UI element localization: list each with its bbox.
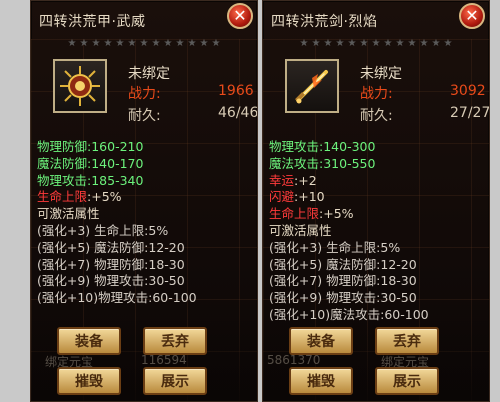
power-label: 战力: <box>360 86 393 102</box>
enhance-line: (强化+7) 物理防御:18-30 <box>269 273 417 289</box>
enhance-line: (强化+9) 物理攻击:30-50 <box>37 273 185 289</box>
power-value: 1966 <box>218 83 254 99</box>
enhance-line: (强化+3) 生命上限:5% <box>37 222 169 238</box>
star-icon: ★ <box>79 38 89 49</box>
stat-line: 魔法防御:140-170 <box>37 155 144 171</box>
power-row: 战力: 1966 <box>128 83 254 103</box>
item-title: 四转洪荒甲·武威 <box>39 14 146 30</box>
star-icon: ★ <box>139 38 149 49</box>
equip-button[interactable]: 装备 <box>57 327 121 355</box>
star-icon: ★ <box>151 38 161 49</box>
hp-label: 生命上限 <box>269 206 320 222</box>
enhance-line: (强化+5) 魔法防御:12-20 <box>37 239 185 255</box>
luck-value: :+2 <box>294 172 317 188</box>
stat-line: 物理防御:160-210 <box>37 139 144 154</box>
background-text: 5861370 <box>267 353 321 367</box>
hp-label: 生命上限 <box>37 189 88 205</box>
hp-value: :+5% <box>319 206 354 222</box>
durability-value: 27/27 <box>450 105 490 121</box>
star-icon: ★ <box>335 38 345 49</box>
star-icon: ★ <box>163 38 173 49</box>
stats-list: 物理防御:160-210 魔法防御:140-170 物理攻击:185-340 生… <box>37 139 251 307</box>
close-button[interactable]: ✕ <box>459 3 485 29</box>
dodge-value: :+10 <box>294 189 325 205</box>
durability-label: 耐久: <box>360 108 393 124</box>
power-value: 3092 <box>450 83 486 99</box>
activatable-title: 可激活属性 <box>269 222 332 238</box>
close-button[interactable]: ✕ <box>227 3 253 29</box>
star-icon: ★ <box>323 38 333 49</box>
star-icon: ★ <box>383 38 393 49</box>
star-icon: ★ <box>359 38 369 49</box>
dodge-label: 闪避 <box>269 189 295 205</box>
star-icon: ★ <box>187 38 197 49</box>
star-icon: ★ <box>431 38 441 49</box>
enhance-line: (强化+5) 魔法防御:12-20 <box>269 256 417 272</box>
star-icon: ★ <box>407 38 417 49</box>
star-icon: ★ <box>211 38 221 49</box>
destroy-button[interactable]: 摧毁 <box>57 367 121 395</box>
star-icon: ★ <box>395 38 405 49</box>
star-icon: ★ <box>67 38 77 49</box>
discard-button[interactable]: 丢弃 <box>143 327 207 355</box>
luck-label: 幸运 <box>269 172 295 188</box>
star-rating: ★ ★ ★ ★ ★ ★ ★ ★ ★ ★ ★ ★ ★ <box>67 39 221 49</box>
hp-line: 生命上限:+5% <box>269 206 483 223</box>
hp-value: :+5% <box>87 189 122 205</box>
equip-button[interactable]: 装备 <box>289 327 353 355</box>
star-icon: ★ <box>199 38 209 49</box>
stats-list: 物理攻击:140-300 魔法攻击:310-550 幸运:+2 闪避:+10 生… <box>269 139 483 324</box>
background-text: 116594 <box>141 353 187 367</box>
item-tooltip-armor: 四转洪荒甲·武威 ✕ ★ ★ ★ ★ ★ ★ ★ ★ ★ ★ ★ ★ ★ 未绑定 战力: 1966 耐久… <box>30 0 258 402</box>
durability-value: 46/46 <box>218 105 258 121</box>
show-button[interactable]: 展示 <box>143 367 207 395</box>
destroy-button[interactable]: 摧毁 <box>289 367 353 395</box>
star-icon: ★ <box>299 38 309 49</box>
item-tooltip-sword: 四转洪荒剑·烈焰 ✕ ★ ★ ★ ★ ★ ★ ★ ★ ★ ★ ★ ★ ★ 未绑定 战力: 3092 耐久… <box>262 0 490 402</box>
stat-line: 物理攻击:185-340 <box>37 172 144 188</box>
enhance-line: (强化+3) 生命上限:5% <box>269 239 401 255</box>
star-icon: ★ <box>311 38 321 49</box>
star-icon: ★ <box>103 38 113 49</box>
stat-line: 物理攻击:140-300 <box>269 139 376 154</box>
star-icon: ★ <box>443 38 453 49</box>
dodge-line: 闪避:+10 <box>269 189 483 206</box>
power-label: 战力: <box>128 86 161 102</box>
flame-sword-icon <box>285 59 339 113</box>
discard-button[interactable]: 丢弃 <box>375 327 439 355</box>
star-icon: ★ <box>347 38 357 49</box>
durability-label: 耐久: <box>128 108 161 124</box>
bind-status: 未绑定 <box>128 66 170 82</box>
enhance-line: (强化+10)物理攻击:60-100 <box>37 290 197 306</box>
star-icon: ★ <box>175 38 185 49</box>
star-icon: ★ <box>91 38 101 49</box>
star-icon: ★ <box>115 38 125 49</box>
star-icon: ★ <box>419 38 429 49</box>
star-rating: ★ ★ ★ ★ ★ ★ ★ ★ ★ ★ ★ ★ ★ <box>299 39 453 49</box>
hp-line: 生命上限:+5% <box>37 189 251 206</box>
spiked-armor-icon <box>53 59 107 113</box>
bind-status: 未绑定 <box>360 66 402 82</box>
activatable-title: 可激活属性 <box>37 206 100 222</box>
power-row: 战力: 3092 <box>360 83 486 103</box>
star-icon: ★ <box>127 38 137 49</box>
stat-line: 魔法攻击:310-550 <box>269 155 376 171</box>
enhance-line: (强化+7) 物理防御:18-30 <box>37 256 185 272</box>
durability-row: 耐久: 46/46 <box>128 105 257 125</box>
show-button[interactable]: 展示 <box>375 367 439 395</box>
luck-line: 幸运:+2 <box>269 173 483 190</box>
star-icon: ★ <box>371 38 381 49</box>
enhance-line: (强化+9) 物理攻击:30-50 <box>269 290 417 306</box>
item-title: 四转洪荒剑·烈焰 <box>271 14 378 30</box>
durability-row: 耐久: 27/27 <box>360 105 489 125</box>
